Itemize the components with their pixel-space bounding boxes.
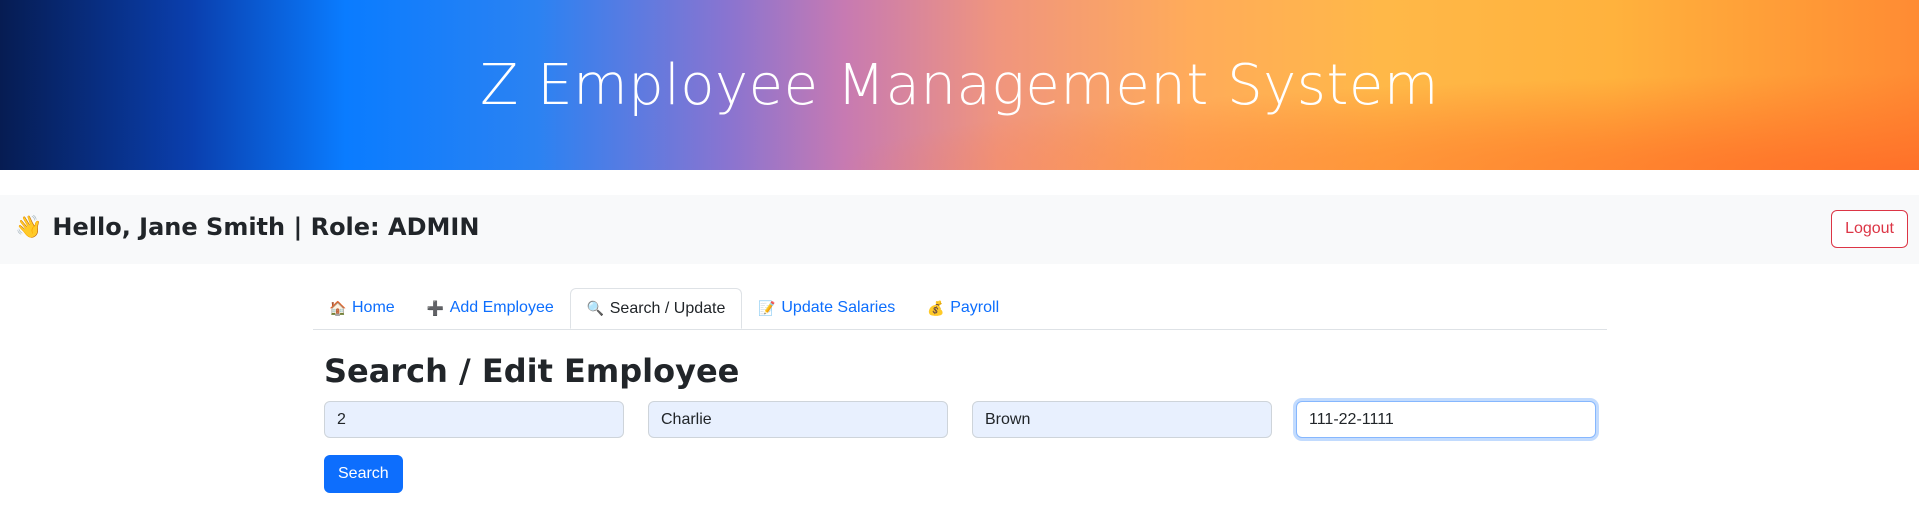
home-icon: 🏠 bbox=[329, 299, 347, 316]
user-bar: 👋 Hello, Jane Smith | Role: ADMIN Logout bbox=[0, 195, 1919, 264]
tab-payroll[interactable]: 💰 Payroll bbox=[911, 288, 1015, 328]
magnifier-icon: 🔍 bbox=[586, 300, 605, 316]
tab-add-employee[interactable]: ➕ Add Employee bbox=[411, 288, 570, 328]
tab-label: Home bbox=[352, 299, 395, 316]
tab-label: Search / Update bbox=[609, 299, 726, 317]
plus-icon: ➕ bbox=[426, 299, 445, 316]
logout-button[interactable]: Logout bbox=[1831, 210, 1908, 248]
greeting-text: Hello, Jane Smith | Role: ADMIN bbox=[52, 213, 480, 241]
user-greeting: 👋 Hello, Jane Smith | Role: ADMIN bbox=[15, 213, 479, 241]
waving-hand-icon: 👋 bbox=[15, 214, 43, 240]
last-name-field[interactable] bbox=[972, 401, 1272, 438]
first-name-field[interactable] bbox=[648, 401, 948, 438]
tab-search-update[interactable]: 🔍 Search / Update bbox=[569, 288, 743, 329]
money-bag-icon: 💰 bbox=[927, 299, 945, 316]
app-title: Z Employee Management System bbox=[480, 52, 1439, 118]
ssn-field[interactable] bbox=[1296, 401, 1596, 438]
tab-update-salaries[interactable]: 📝 Update Salaries bbox=[742, 288, 911, 328]
tab-label: Add Employee bbox=[449, 299, 554, 316]
employee-id-field[interactable] bbox=[324, 401, 624, 438]
search-button[interactable]: Search bbox=[324, 455, 403, 493]
page-title: Search / Edit Employee bbox=[324, 352, 740, 390]
search-form bbox=[324, 401, 1596, 438]
tab-home[interactable]: 🏠 Home bbox=[313, 288, 411, 328]
tab-label: Payroll bbox=[950, 299, 1000, 316]
memo-icon: 📝 bbox=[758, 299, 776, 316]
tab-label: Update Salaries bbox=[781, 299, 896, 316]
nav-tabs: 🏠 Home ➕ Add Employee 🔍 Search / Update … bbox=[313, 288, 1607, 330]
header-banner: Z Employee Management System bbox=[0, 0, 1919, 170]
